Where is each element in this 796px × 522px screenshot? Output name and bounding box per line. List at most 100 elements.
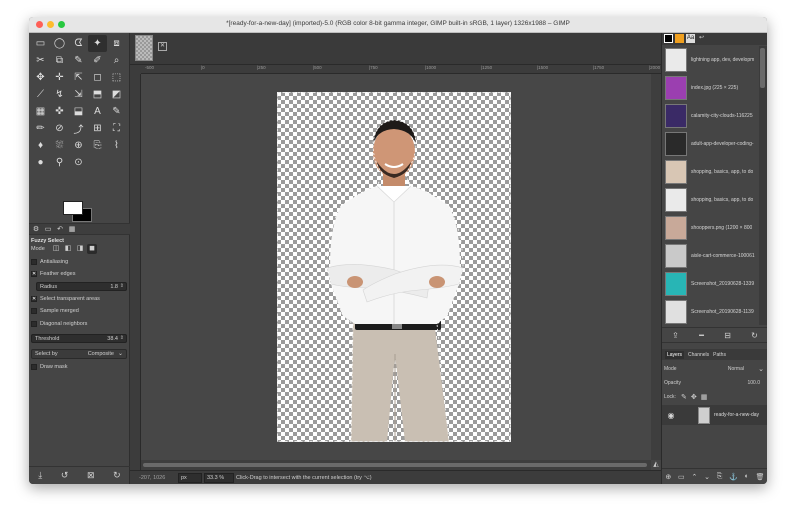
feather-checkbox[interactable]: ✕ [31,271,37,277]
ruler-corner[interactable] [130,65,141,74]
tool-icon[interactable]: ⇲ [69,86,88,103]
tool-icon[interactable]: ✐ [88,52,107,69]
save-options-icon[interactable]: ⤓ [38,470,42,481]
threshold-spin-icon[interactable]: ⇕ [120,335,124,341]
reset-options-icon[interactable]: ↻ [113,470,121,481]
documents-tab-icon[interactable]: ↩ [697,34,706,43]
delete-options-icon[interactable]: ⊠ [87,470,95,481]
opacity-row[interactable]: Opacity 100.0 [664,378,766,388]
tool-icon[interactable]: ✏ [31,120,50,137]
undo-history-icon[interactable]: ↶ [55,225,65,235]
tool-icon[interactable]: ✜ [50,103,69,120]
tool-icon[interactable]: ⊕ [69,137,88,154]
document-item[interactable]: adult-app-developer-coding- [662,130,758,158]
mask-layer-icon[interactable]: ◐ [745,473,749,480]
tool-icon[interactable]: ✎ [69,52,88,69]
tool-icon[interactable]: ● [31,154,50,171]
document-item[interactable]: Screenshot_20190628-1339 [662,270,758,298]
tool-icon[interactable]: ✦ [88,35,107,52]
opacity-value[interactable]: 100.0 [747,380,760,386]
tool-icon[interactable]: ⤴ [69,120,88,137]
draw-mask-row[interactable]: Draw mask [31,364,127,370]
raise-layer-icon[interactable]: ⌃ [691,473,697,481]
new-layer-icon[interactable]: ⊕ [665,473,671,481]
tool-icon[interactable] [107,154,126,171]
tool-icon[interactable]: ⛶ [107,120,126,137]
tool-icon[interactable]: ⧈ [107,35,126,52]
antialiasing-checkbox[interactable] [31,259,37,265]
transparent-row[interactable]: ✕ Select transparent areas [31,296,127,302]
device-status-icon[interactable]: ▭ [43,225,53,235]
tool-icon[interactable]: ⬒ [88,86,107,103]
document-item[interactable]: shopping, basics, app, to do [662,158,758,186]
horizontal-scrollbar[interactable] [141,460,651,470]
refresh-icon[interactable]: ↻ [751,331,758,340]
tool-icon[interactable]: ▭ [31,35,50,52]
tab-layers[interactable]: Layers [665,350,685,359]
tool-icon[interactable]: ⬓ [69,103,88,120]
tool-icon[interactable]: A [88,103,107,120]
tab-channels[interactable]: Channels [688,352,709,358]
radius-field[interactable]: Radius 1.8 ⇕ [36,282,127,291]
tool-icon[interactable]: ⊞ [88,120,107,137]
tool-icon[interactable]: ⇱ [69,69,88,86]
image-canvas[interactable] [277,92,511,443]
duplicate-layer-icon[interactable]: ⎘ [717,473,723,481]
clear-history-icon[interactable]: ⊟ [724,331,731,340]
sample-merged-checkbox[interactable] [31,308,37,314]
anchor-layer-icon[interactable]: ⚓ [729,473,738,481]
font-tab-icon[interactable]: Aa [686,34,695,43]
tool-icon[interactable]: ✎ [107,103,126,120]
tool-icon[interactable]: ✥ [31,69,50,86]
tool-icon[interactable]: ⟋ [31,86,50,103]
foreground-color-swatch[interactable] [63,201,83,215]
tool-icon[interactable]: ◩ [107,86,126,103]
tool-icon[interactable]: ᗧ [69,35,88,52]
mode-replace-icon[interactable]: ◫ [51,244,61,254]
document-item[interactable]: index.jpg (225 × 225) [662,74,758,102]
lock-alpha-icon[interactable]: ▦ [701,393,708,401]
lower-layer-icon[interactable]: ⌄ [704,473,710,481]
tool-icon[interactable]: ✂ [31,52,50,69]
close-image-icon[interactable]: ✕ [158,42,167,51]
documents-scroll-thumb[interactable] [760,48,765,88]
remove-document-icon[interactable]: ━ [699,331,704,340]
select-by-dropdown[interactable]: Select by Composite ⌄ [31,349,127,359]
navigate-icon[interactable]: ◭ [651,460,661,470]
lock-position-icon[interactable]: ✥ [691,393,697,401]
document-item[interactable]: calamity-city-clouds-116225 [662,102,758,130]
zoom-select[interactable]: 33.3 % [204,473,234,483]
tool-icon[interactable]: ⌕ [107,52,126,69]
fg-color-tab-icon[interactable] [664,34,673,43]
tool-icon[interactable]: ▦ [31,103,50,120]
draw-mask-checkbox[interactable] [31,364,37,370]
tool-icon[interactable]: ◯ [50,35,69,52]
tab-paths[interactable]: Paths [713,352,726,358]
layer-mode-value[interactable]: Normal [728,366,744,372]
mode-intersect-icon[interactable]: ◼ [87,244,97,254]
tool-icon[interactable]: ⧉ [50,52,69,69]
tool-icon[interactable] [88,154,107,171]
document-item[interactable]: aisle-cart-commerce-100061 [662,242,758,270]
top-ruler[interactable]: -500 |0 |250 |500 |750 |1000 |1250 |1500 |1750 |2… [141,65,661,74]
documents-scrollbar[interactable] [759,46,767,325]
tool-icon[interactable]: ⎘ [88,137,107,154]
mode-subtract-icon[interactable]: ◨ [75,244,85,254]
tool-icon[interactable]: ✛ [50,69,69,86]
threshold-field[interactable]: Threshold 38.4 ⇕ [31,334,127,343]
sample-merged-row[interactable]: Sample merged [31,308,127,314]
tool-icon[interactable]: ⬚ [107,69,126,86]
vertical-scrollbar[interactable] [651,74,661,460]
new-group-icon[interactable]: ▭ [678,473,685,481]
diagonal-row[interactable]: Diagonal neighbors [31,321,127,327]
delete-layer-icon[interactable]: 🗑 [756,473,765,481]
images-icon[interactable]: ▦ [67,225,77,235]
tool-icon[interactable]: ♦ [31,137,50,154]
document-item[interactable]: shooppers.png (1200 × 800 [662,214,758,242]
canvas-area[interactable] [141,74,651,460]
visibility-eye-icon[interactable]: ◉ [664,411,678,420]
document-item[interactable]: Screenshot_20190628-1139 [662,298,758,325]
tool-icon[interactable]: ⛆ [50,137,69,154]
tool-icon[interactable]: ◻ [88,69,107,86]
lock-pixels-icon[interactable]: ✎ [681,393,687,401]
